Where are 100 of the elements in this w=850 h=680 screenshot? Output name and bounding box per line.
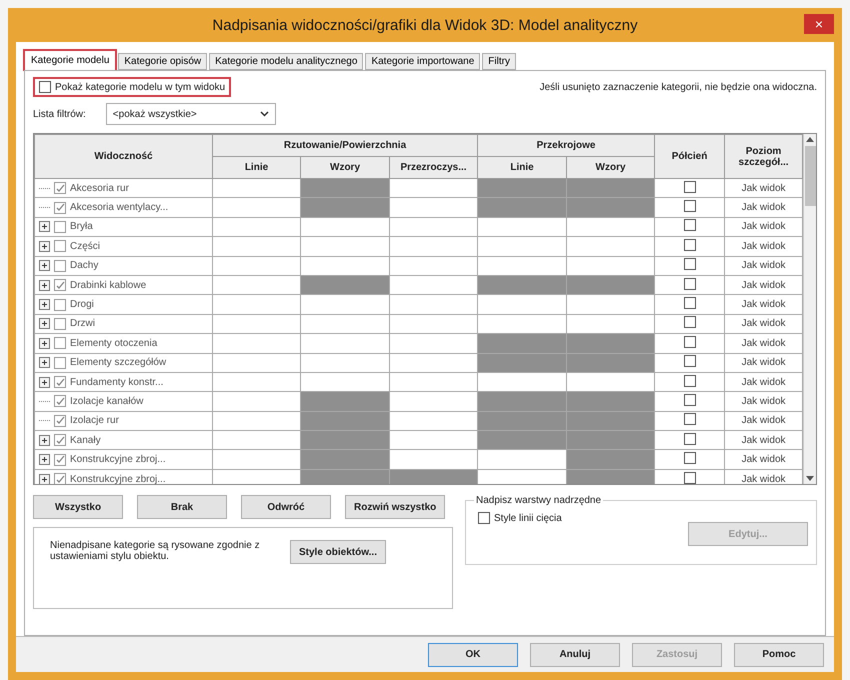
category-cell[interactable]: Drzwi: [34, 314, 212, 334]
checkbox[interactable]: [684, 452, 696, 464]
scroll-up-icon[interactable]: [806, 137, 814, 142]
checkbox[interactable]: [684, 278, 696, 290]
checkbox[interactable]: [54, 337, 66, 350]
detail-level-cell[interactable]: Jak widok: [724, 178, 803, 198]
detail-level-cell[interactable]: Jak widok: [724, 469, 803, 484]
detail-level-cell[interactable]: Jak widok: [724, 236, 803, 256]
expand-icon[interactable]: [39, 376, 50, 388]
checkbox[interactable]: [684, 316, 696, 328]
expand-icon[interactable]: [39, 434, 50, 446]
checkbox[interactable]: [54, 318, 66, 330]
checkbox[interactable]: [684, 336, 696, 348]
checkbox[interactable]: [54, 298, 66, 311]
checkbox[interactable]: [54, 220, 66, 233]
checkbox[interactable]: [39, 81, 51, 93]
category-cell[interactable]: Drabinki kablowe: [34, 275, 212, 295]
checkbox[interactable]: [54, 376, 66, 388]
checkbox[interactable]: [684, 432, 696, 445]
dialog-button[interactable]: OK: [428, 642, 518, 666]
checkbox[interactable]: [54, 414, 66, 427]
expand-icon[interactable]: [39, 260, 50, 272]
expand-icon[interactable]: [39, 454, 50, 466]
selection-button[interactable]: Odwróć: [241, 495, 331, 519]
option-label: Pokaż kategorie modelu w tym widoku: [55, 82, 226, 92]
detail-level-cell[interactable]: Jak widok: [724, 372, 803, 392]
expand-icon[interactable]: [39, 280, 50, 291]
checkbox[interactable]: [54, 260, 66, 272]
expand-icon[interactable]: [39, 240, 50, 252]
detail-level-cell[interactable]: Jak widok: [724, 392, 803, 412]
dialog-button[interactable]: Pomoc: [734, 642, 824, 666]
checkbox[interactable]: [684, 200, 696, 212]
category-cell[interactable]: Elementy szczegółów: [34, 353, 212, 372]
filter-dropdown[interactable]: <pokaż wszystkie>: [106, 103, 276, 125]
checkbox[interactable]: [684, 219, 696, 232]
category-cell[interactable]: Elementy otoczenia: [34, 334, 212, 354]
detail-level-cell[interactable]: Jak widok: [724, 256, 803, 276]
scroll-down-icon[interactable]: [806, 476, 814, 481]
checkbox[interactable]: [54, 454, 66, 466]
checkbox[interactable]: [54, 434, 66, 446]
expand-icon[interactable]: [39, 318, 50, 330]
checkbox[interactable]: [54, 202, 66, 214]
detail-level-cell[interactable]: Jak widok: [724, 275, 803, 295]
expand-icon[interactable]: [39, 221, 50, 232]
tab[interactable]: Kategorie importowane: [365, 53, 480, 70]
checkbox[interactable]: [684, 472, 696, 484]
checkbox[interactable]: [54, 473, 66, 484]
category-cell[interactable]: Fundamenty konstr...: [34, 372, 212, 392]
checkbox[interactable]: [684, 374, 696, 387]
checkbox[interactable]: [478, 512, 490, 524]
tab[interactable]: Kategorie modelu analitycznego: [209, 53, 364, 70]
expand-icon[interactable]: [39, 338, 50, 349]
detail-level-cell[interactable]: Jak widok: [724, 198, 803, 218]
category-cell[interactable]: Konstrukcyjne zbroj...: [34, 450, 212, 470]
category-cell[interactable]: Akcesoria rur: [34, 178, 212, 198]
show-categories-option[interactable]: Pokaż kategorie modelu w tym widoku: [33, 77, 232, 97]
scroll-thumb[interactable]: [804, 146, 816, 206]
dialog-button[interactable]: Anuluj: [530, 642, 620, 666]
detail-level-cell[interactable]: Jak widok: [724, 450, 803, 470]
checkbox[interactable]: [684, 355, 696, 368]
selection-button[interactable]: Brak: [137, 495, 227, 519]
selection-button[interactable]: Rozwiń wszystko: [345, 495, 446, 519]
checkbox[interactable]: [54, 182, 66, 194]
object-styles-button[interactable]: Style obiektów...: [290, 540, 386, 564]
category-cell[interactable]: Izolacje rur: [34, 411, 212, 431]
tab[interactable]: Kategorie modelu: [24, 50, 116, 70]
detail-level-cell[interactable]: Jak widok: [724, 430, 803, 450]
expand-icon[interactable]: [39, 474, 50, 484]
scrollbar[interactable]: [803, 134, 816, 484]
category-cell[interactable]: Części: [34, 236, 212, 256]
category-cell[interactable]: Bryła: [34, 217, 212, 237]
checkbox[interactable]: [684, 394, 696, 406]
checkbox[interactable]: [54, 395, 66, 408]
cut-line-styles-option[interactable]: Style linii cięcia: [474, 510, 566, 526]
detail-level-cell[interactable]: Jak widok: [724, 334, 803, 354]
selection-button[interactable]: Wszystko: [33, 495, 123, 519]
checkbox[interactable]: [684, 297, 696, 310]
category-cell[interactable]: Drogi: [34, 294, 212, 314]
category-cell[interactable]: Dachy: [34, 256, 212, 276]
detail-level-cell[interactable]: Jak widok: [724, 411, 803, 431]
tab[interactable]: Filtry: [482, 53, 516, 70]
checkbox[interactable]: [684, 413, 696, 426]
tab[interactable]: Kategorie opisów: [118, 53, 208, 70]
checkbox[interactable]: [54, 240, 66, 252]
checkbox[interactable]: [684, 180, 696, 193]
close-button[interactable]: ×: [804, 14, 834, 34]
category-cell[interactable]: Konstrukcyjne zbroj...: [34, 469, 212, 484]
category-cell[interactable]: Akcesoria wentylacy...: [34, 198, 212, 218]
expand-icon[interactable]: [39, 299, 50, 310]
category-cell[interactable]: Kanały: [34, 430, 212, 450]
checkbox[interactable]: [54, 356, 66, 369]
category-cell[interactable]: Izolacje kanałów: [34, 392, 212, 412]
checkbox[interactable]: [684, 258, 696, 270]
checkbox[interactable]: [54, 279, 66, 292]
checkbox[interactable]: [684, 238, 696, 251]
detail-level-cell[interactable]: Jak widok: [724, 353, 803, 372]
expand-icon[interactable]: [39, 357, 50, 368]
detail-level-cell[interactable]: Jak widok: [724, 217, 803, 237]
detail-level-cell[interactable]: Jak widok: [724, 294, 803, 314]
detail-level-cell[interactable]: Jak widok: [724, 314, 803, 334]
